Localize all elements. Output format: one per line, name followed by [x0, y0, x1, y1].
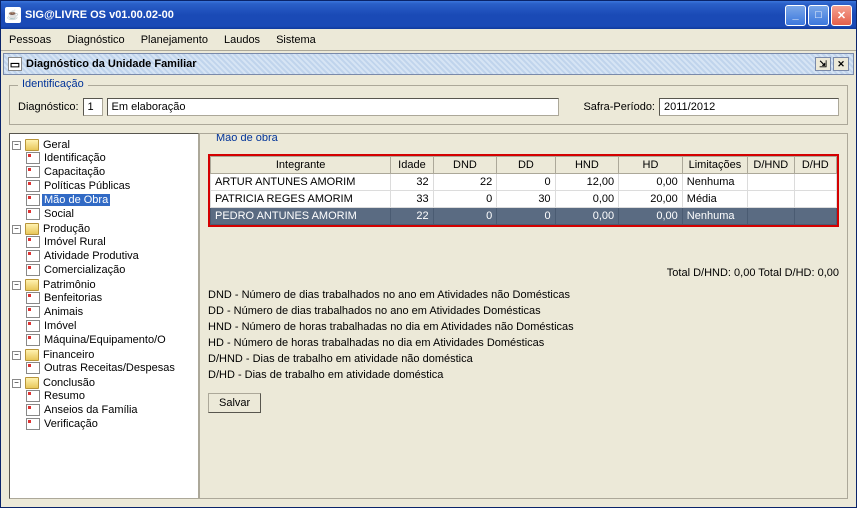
- doc-icon: [26, 264, 40, 276]
- tree-node-imovel[interactable]: Imóvel: [26, 320, 196, 332]
- collapse-icon[interactable]: −: [12, 351, 21, 360]
- folder-icon: [25, 349, 39, 361]
- doc-icon: [26, 418, 40, 430]
- legend-dhd: D/HD - Dias de trabalho em atividade dom…: [208, 369, 839, 381]
- doc-icon: [26, 390, 40, 402]
- tree-node-anseios[interactable]: Anseios da Família: [26, 404, 196, 416]
- tree-node-geral[interactable]: −Geral: [12, 139, 196, 151]
- tree-node-capacitacao[interactable]: Capacitação: [26, 166, 196, 178]
- col-hnd[interactable]: HND: [555, 157, 619, 174]
- save-button[interactable]: Salvar: [208, 393, 261, 413]
- collapse-icon[interactable]: −: [12, 281, 21, 290]
- identification-legend: Identificação: [18, 78, 88, 90]
- menu-laudos[interactable]: Laudos: [224, 34, 260, 46]
- subwindow-restore-button[interactable]: ⇲: [815, 57, 831, 71]
- window-title: SIG@LIVRE OS v01.00.02-00: [25, 9, 174, 21]
- table-row[interactable]: ARTUR ANTUNES AMORIM 32 22 0 12,00 0,00 …: [211, 174, 837, 191]
- subwindow-title: Diagnóstico da Unidade Familiar: [26, 58, 197, 70]
- app-window: ☕ SIG@LIVRE OS v01.00.02-00 _ □ ✕ Pessoa…: [0, 0, 857, 508]
- data-table-wrap: Integrante Idade DND DD HND HD Limitaçõe…: [208, 154, 839, 227]
- doc-icon: [26, 194, 40, 206]
- main-legend: Mão de obra: [212, 133, 282, 144]
- diag-status: Em elaboração: [107, 98, 560, 116]
- tree-node-comercializacao[interactable]: Comercialização: [26, 264, 196, 276]
- tree-node-maquina[interactable]: Máquina/Equipamento/O: [26, 334, 196, 346]
- menu-planejamento[interactable]: Planejamento: [141, 34, 208, 46]
- legend-dd: DD - Número de dias trabalhados no ano e…: [208, 305, 839, 317]
- collapse-icon[interactable]: −: [12, 141, 21, 150]
- safra-label: Safra-Período:: [583, 101, 655, 113]
- folder-icon: [25, 377, 39, 389]
- identification-fieldset: Identificação Diagnóstico: 1 Em elaboraç…: [9, 85, 848, 125]
- col-hd[interactable]: HD: [619, 157, 683, 174]
- safra-value: 2011/2012: [659, 98, 839, 116]
- col-dnd[interactable]: DND: [433, 157, 497, 174]
- totals-label: Total D/HND: 0,00 Total D/HD: 0,00: [208, 267, 839, 279]
- table-header-row: Integrante Idade DND DD HND HD Limitaçõe…: [211, 157, 837, 174]
- tree-node-resumo[interactable]: Resumo: [26, 390, 196, 402]
- subwindow-icon: ▭: [8, 57, 22, 71]
- tree-node-patrimonio[interactable]: −Patrimônio: [12, 279, 196, 291]
- doc-icon: [26, 250, 40, 262]
- doc-icon: [26, 180, 40, 192]
- folder-icon: [25, 223, 39, 235]
- table-row[interactable]: PATRICIA REGES AMORIM 33 0 30 0,00 20,00…: [211, 191, 837, 208]
- doc-icon: [26, 334, 40, 346]
- col-integrante[interactable]: Integrante: [211, 157, 391, 174]
- doc-icon: [26, 166, 40, 178]
- tree-panel[interactable]: −Geral Identificação Capacitação Polític…: [9, 133, 199, 499]
- legend-definitions: DND - Número de dias trabalhados no ano …: [208, 289, 839, 381]
- table-row[interactable]: PEDRO ANTUNES AMORIM 22 0 0 0,00 0,00 Ne…: [211, 208, 837, 225]
- maximize-button[interactable]: □: [808, 5, 829, 26]
- diag-value: 1: [83, 98, 103, 116]
- doc-icon: [26, 152, 40, 164]
- folder-icon: [25, 139, 39, 151]
- col-limitacoes[interactable]: Limitações: [682, 157, 747, 174]
- tree-node-producao[interactable]: −Produção: [12, 223, 196, 235]
- tree-node-politicas[interactable]: Políticas Públicas: [26, 180, 196, 192]
- legend-hd: HD - Número de horas trabalhadas no dia …: [208, 337, 839, 349]
- minimize-button[interactable]: _: [785, 5, 806, 26]
- folder-icon: [25, 279, 39, 291]
- tree-node-atividade[interactable]: Atividade Produtiva: [26, 250, 196, 262]
- legend-dhnd: D/HND - Dias de trabalho em atividade nã…: [208, 353, 839, 365]
- tree-node-outras-receitas[interactable]: Outras Receitas/Despesas: [26, 362, 196, 374]
- legend-hnd: HND - Número de horas trabalhadas no dia…: [208, 321, 839, 333]
- tree-node-financeiro[interactable]: −Financeiro: [12, 349, 196, 361]
- col-dd[interactable]: DD: [497, 157, 555, 174]
- doc-icon: [26, 292, 40, 304]
- tree-node-identificacao[interactable]: Identificação: [26, 152, 196, 164]
- menu-sistema[interactable]: Sistema: [276, 34, 316, 46]
- subwindow-titlebar: ▭ Diagnóstico da Unidade Familiar ⇲ ✕: [3, 53, 854, 75]
- tree-node-conclusao[interactable]: −Conclusão: [12, 377, 196, 389]
- doc-icon: [26, 236, 40, 248]
- collapse-icon[interactable]: −: [12, 379, 21, 388]
- doc-icon: [26, 362, 40, 374]
- diag-label: Diagnóstico:: [18, 101, 79, 113]
- tree-node-social[interactable]: Social: [26, 208, 196, 220]
- subwindow-close-button[interactable]: ✕: [833, 57, 849, 71]
- doc-icon: [26, 320, 40, 332]
- tree-node-imovel-rural[interactable]: Imóvel Rural: [26, 236, 196, 248]
- menubar: Pessoas Diagnóstico Planejamento Laudos …: [1, 29, 856, 51]
- titlebar: ☕ SIG@LIVRE OS v01.00.02-00 _ □ ✕: [1, 1, 856, 29]
- menu-diagnostico[interactable]: Diagnóstico: [67, 34, 124, 46]
- main-panel: Mão de obra Integrante Idade DND DD HND …: [199, 133, 848, 499]
- collapse-icon[interactable]: −: [12, 225, 21, 234]
- tree-node-benfeitorias[interactable]: Benfeitorias: [26, 292, 196, 304]
- tree-node-verificacao[interactable]: Verificação: [26, 418, 196, 430]
- doc-icon: [26, 404, 40, 416]
- doc-icon: [26, 306, 40, 318]
- doc-icon: [26, 208, 40, 220]
- legend-dnd: DND - Número de dias trabalhados no ano …: [208, 289, 839, 301]
- mao-de-obra-table[interactable]: Integrante Idade DND DD HND HD Limitaçõe…: [210, 156, 837, 225]
- tree-node-mao-obra[interactable]: Mão de Obra: [26, 194, 196, 206]
- col-idade[interactable]: Idade: [391, 157, 433, 174]
- col-dhd[interactable]: D/HD: [794, 157, 836, 174]
- tree-node-animais[interactable]: Animais: [26, 306, 196, 318]
- menu-pessoas[interactable]: Pessoas: [9, 34, 51, 46]
- java-icon: ☕: [5, 7, 21, 23]
- col-dhnd[interactable]: D/HND: [748, 157, 794, 174]
- close-button[interactable]: ✕: [831, 5, 852, 26]
